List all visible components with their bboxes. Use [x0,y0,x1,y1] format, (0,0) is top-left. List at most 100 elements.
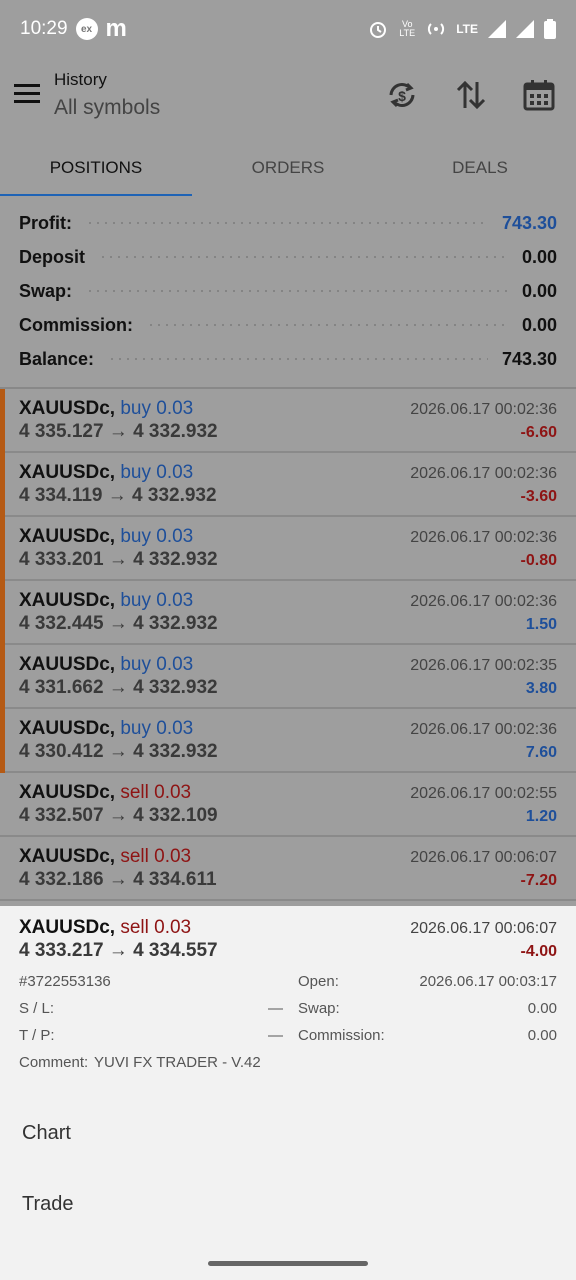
symbol-filter[interactable]: All symbols [54,96,160,120]
position-row[interactable]: XAUUSDc, sell 0.03 4 332.186 → 4 334.611… [0,837,576,901]
symbol: XAUUSDc, [19,398,116,419]
summary-balance: Balance: 743.30 [0,342,576,376]
summary-deposit: Deposit 0.00 [0,240,576,274]
price-range: 4 332.445 → 4 332.932 [19,613,218,634]
profit: -6.60 [520,424,557,441]
tab-orders[interactable]: ORDERS [192,140,384,196]
position-detail-sheet: XAUUSDc, sell 0.03 4 333.217 → 4 334.557… [0,906,576,1280]
alarm-icon [370,22,387,38]
timestamp: 2026.06.17 00:06:07 [410,920,557,937]
trade-side: buy 0.03 [120,718,194,739]
summary-swap: Swap: 0.00 [0,274,576,308]
price-range: 4 332.507 → 4 332.109 [19,805,218,826]
summary-label: Commission: [19,314,134,335]
swap-label: Swap: [298,1000,340,1017]
summary-label: Balance: [19,348,95,369]
price-range: 4 332.186 → 4 334.611 [19,869,217,890]
profit: -4.00 [520,943,557,960]
timestamp: 2026.06.17 00:02:36 [410,401,557,418]
summary-label: Swap: [19,280,73,301]
account-summary: Profit: 743.30 Deposit 0.00 Swap: 0.00 C… [0,206,576,376]
profit: -0.80 [520,552,557,569]
position-row[interactable]: XAUUSDc, buy 0.03 4 332.445 → 4 332.932 … [0,581,576,645]
sl-value: — [268,1000,283,1017]
symbol: XAUUSDc, [19,917,116,938]
svg-text:$: $ [398,88,406,104]
battery-icon [544,19,556,39]
page-title: History [54,70,107,89]
timestamp: 2026.06.17 00:02:35 [410,657,557,674]
price-range: 4 333.217 → 4 334.557 [19,940,218,961]
symbol: XAUUSDc, [19,782,116,803]
position-row[interactable]: XAUUSDc, buy 0.03 4 331.662 → 4 332.932 … [0,645,576,709]
tp-value: — [268,1027,283,1044]
profit: -7.20 [520,872,557,889]
position-row[interactable]: XAUUSDc, sell 0.03 4 332.507 → 4 332.109… [0,773,576,837]
menu-icon[interactable] [14,84,40,106]
positions-list: XAUUSDc, buy 0.03 4 335.127 → 4 332.932 … [0,389,576,901]
hotspot-icon [428,23,445,35]
comment-value: YUVI FX TRADER - V.42 [94,1054,261,1071]
summary-value: 743.30 [501,348,557,369]
trade-side: sell 0.03 [120,846,192,867]
app-toolbar: History All symbols $ [0,58,576,140]
summary-value: 0.00 [521,280,557,301]
timestamp: 2026.06.17 00:02:36 [410,529,557,546]
exness-notification-icon: ex [75,18,98,40]
summary-profit: Profit: 743.30 [0,206,576,240]
open-label: Open: [298,973,339,990]
clock: 10:29 [20,18,68,39]
tab-positions[interactable]: POSITIONS [0,140,192,196]
symbol: XAUUSDc, [19,846,116,867]
position-row[interactable]: XAUUSDc, buy 0.03 4 334.119 → 4 332.932 … [0,453,576,517]
open-value: 2026.06.17 00:03:17 [419,973,557,990]
price-range: 4 334.119 → 4 332.932 [19,485,217,506]
comment-label: Comment: [19,1054,89,1071]
swap-value: 0.00 [527,1000,557,1017]
summary-value: 0.00 [521,246,557,267]
timestamp: 2026.06.17 00:02:36 [410,593,557,610]
position-row[interactable]: XAUUSDc, buy 0.03 4 333.201 → 4 332.932 … [0,517,576,581]
tp-label: T / P: [19,1027,55,1044]
profit: 7.60 [525,744,557,761]
calendar-icon[interactable] [522,78,556,112]
timestamp: 2026.06.17 00:02:36 [410,465,557,482]
sync-currency-icon[interactable]: $ [385,78,419,112]
signal-icon [488,20,506,38]
commission-value: 0.00 [527,1027,557,1044]
chart-action[interactable]: Chart [22,1122,71,1145]
status-bar: 10:29 ex m Vo LTE LTE [0,0,576,58]
sort-icon[interactable] [454,78,488,112]
position-row[interactable]: XAUUSDc, buy 0.03 4 335.127 → 4 332.932 … [0,389,576,453]
sl-label: S / L: [19,1000,55,1017]
timestamp: 2026.06.17 00:06:07 [410,849,557,866]
home-gesture-bar[interactable] [208,1261,368,1266]
timestamp: 2026.06.17 00:02:36 [410,721,557,738]
metatrader-notification-icon: m [105,15,127,42]
signal-icon-2 [516,20,534,38]
trade-side: sell 0.03 [120,917,192,938]
trade-action[interactable]: Trade [22,1193,74,1216]
profit: -3.60 [520,488,557,505]
ticket-number: #3722553136 [19,973,111,990]
summary-value: 743.30 [501,212,557,233]
position-row[interactable]: XAUUSDc, buy 0.03 4 330.412 → 4 332.932 … [0,709,576,773]
price-range: 4 331.662 → 4 332.932 [19,677,218,698]
trade-side: buy 0.03 [120,398,194,419]
commission-label: Commission: [298,1027,385,1044]
tab-deals[interactable]: DEALS [384,140,576,196]
price-range: 4 333.201 → 4 332.932 [19,549,218,570]
profit: 3.80 [525,680,557,697]
lte-icon: LTE [456,22,478,36]
price-range: 4 335.127 → 4 332.932 [19,421,218,442]
trade-side: buy 0.03 [120,590,194,611]
trade-side: buy 0.03 [120,526,194,547]
trade-side: buy 0.03 [120,462,194,483]
symbol: XAUUSDc, [19,462,116,483]
symbol: XAUUSDc, [19,654,116,675]
summary-label: Deposit [19,246,86,267]
symbol: XAUUSDc, [19,718,116,739]
trade-side: buy 0.03 [120,654,194,675]
profit: 1.50 [525,616,557,633]
price-range: 4 330.412 → 4 332.932 [19,741,218,762]
